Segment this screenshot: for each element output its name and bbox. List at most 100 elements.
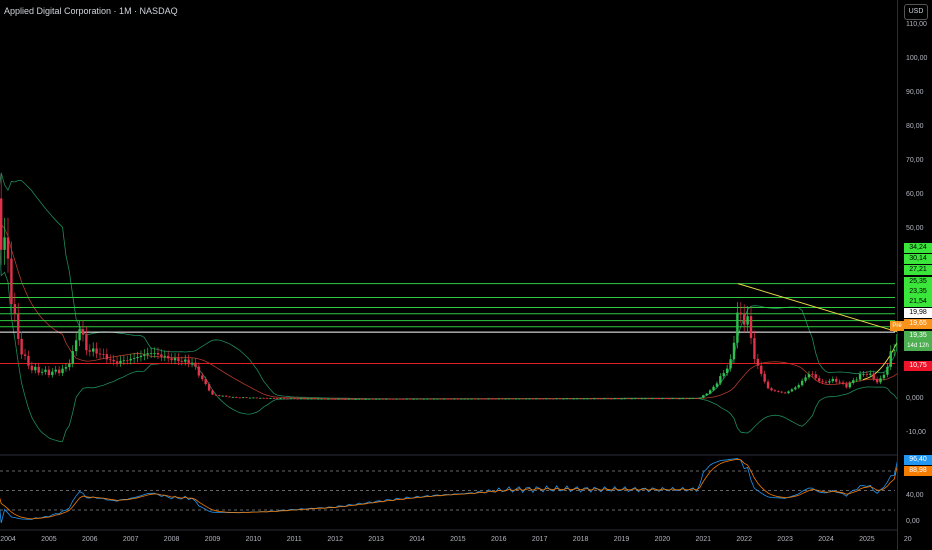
candle-body (790, 389, 794, 392)
candle-body (817, 378, 821, 382)
candle-body (207, 384, 211, 391)
candle-body (37, 366, 40, 373)
candle-body (272, 398, 276, 399)
candle-body (40, 371, 44, 373)
candle-body (460, 398, 463, 400)
candle-body (637, 398, 640, 400)
candle-body (886, 366, 889, 375)
candle-body (691, 398, 695, 399)
candle-body (623, 398, 627, 400)
candle-body (875, 379, 879, 383)
candle-body (599, 398, 603, 400)
candle-body (132, 358, 136, 359)
candle-body (61, 368, 64, 374)
candle-body (794, 387, 797, 390)
candle-body (412, 398, 415, 400)
candle-body (248, 397, 252, 399)
candle-body (463, 398, 466, 400)
candle-body (436, 398, 439, 400)
candle-body (695, 398, 698, 399)
candle-body (81, 329, 85, 335)
candle-body (647, 398, 650, 400)
price-tick: 80,00 (906, 123, 924, 130)
candle-body (831, 378, 835, 382)
candle-body (245, 397, 248, 399)
price-tick: 70,00 (906, 157, 924, 164)
year-label: 2013 (368, 536, 384, 543)
candle-body (865, 374, 869, 375)
year-label: 2007 (122, 536, 139, 543)
candle-body (630, 398, 633, 400)
candle-body (661, 398, 664, 400)
candle-body (224, 395, 228, 397)
candle-body (541, 398, 545, 400)
level-price-label: 23,35 (904, 287, 932, 297)
candle-body (64, 367, 68, 369)
candle-body (807, 374, 811, 378)
candle-body (327, 398, 330, 400)
candle-body (729, 359, 732, 369)
candle-body (228, 396, 231, 398)
candle-body (54, 369, 57, 372)
candle-body (187, 359, 190, 364)
candle-body (722, 373, 725, 377)
year-label: 2024 (818, 536, 834, 543)
candle-body (378, 398, 381, 400)
candle-body (780, 391, 783, 393)
candle-body (719, 376, 722, 384)
candle-body (654, 398, 657, 400)
candle-body (640, 398, 644, 400)
candle-body (20, 338, 23, 355)
candle-body (835, 378, 838, 382)
candle-body (552, 398, 555, 400)
candle-body (235, 397, 238, 398)
year-label: 2014 (409, 536, 425, 543)
candle-body (743, 314, 746, 325)
candle-body (102, 354, 105, 355)
candle-body (787, 391, 790, 394)
candle-body (674, 398, 678, 399)
candle-body (470, 398, 473, 400)
level-price-label: 25,35 (904, 277, 932, 287)
candle-body (521, 398, 524, 400)
year-label: 2012 (327, 536, 343, 543)
year-label: 2009 (204, 536, 221, 543)
candle-body (92, 348, 95, 352)
candle-body (299, 398, 303, 400)
candle-body (487, 398, 490, 400)
candle-body (586, 398, 589, 400)
candle-body (593, 398, 596, 400)
year-label: 2018 (572, 536, 589, 543)
candle-body (166, 355, 170, 359)
price-axis[interactable]: 110,00 100,00 90,00 80,00 70,00 60,00 50,00 0,0… (897, 0, 932, 550)
candle-body (139, 355, 143, 358)
price-tick: 50,00 (906, 225, 924, 232)
candle-body (575, 398, 579, 400)
price-chart[interactable] (0, 0, 897, 550)
candle-body (862, 374, 865, 375)
level-price-label: 19,98 (904, 308, 932, 318)
candle-body (650, 398, 654, 400)
candle-body (422, 398, 426, 400)
price-tick: 60,00 (906, 191, 924, 198)
candle-body (3, 237, 6, 250)
candle-body (483, 398, 487, 400)
candle-body (78, 329, 81, 341)
candle-body (361, 398, 364, 400)
price-tick: -10,00 (906, 429, 926, 436)
year-label: 2025 (859, 536, 875, 543)
rsi-tick: 40,00 (906, 492, 924, 499)
candle-body (269, 398, 272, 399)
candle-body (316, 398, 320, 400)
candle-body (426, 398, 429, 400)
candle-body (119, 360, 122, 364)
candle-body (708, 390, 712, 394)
candle-body (259, 397, 262, 399)
candle-body (671, 398, 674, 399)
candle-body (146, 353, 149, 355)
candle-body (531, 398, 535, 400)
candle-body (214, 394, 218, 396)
candle-body (177, 358, 180, 362)
candle-body (47, 369, 51, 376)
candle-body (518, 398, 521, 400)
